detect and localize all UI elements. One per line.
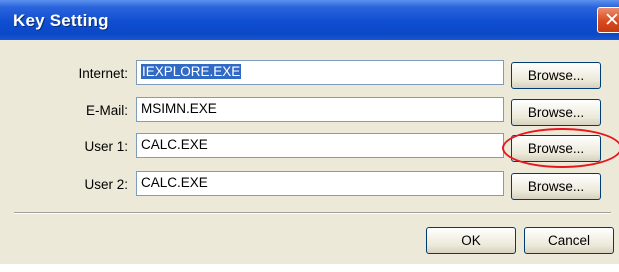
user2-field-value: CALC.EXE (141, 175, 208, 190)
close-icon: ✕ (604, 9, 619, 31)
internet-field-value: IEXPLORE.EXE (141, 64, 242, 79)
title-bar[interactable]: Key Setting ✕ (0, 0, 619, 40)
user2-label: User 2: (84, 177, 128, 192)
user1-field-value: CALC.EXE (141, 137, 208, 152)
ok-button[interactable]: OK (426, 227, 516, 254)
key-setting-dialog: Key Setting ✕ Internet: IEXPLORE.EXE Bro… (0, 0, 619, 272)
user2-field[interactable]: CALC.EXE (136, 171, 504, 196)
dialog-title: Key Setting (13, 11, 109, 30)
user1-label: User 1: (84, 139, 128, 154)
user2-browse-button[interactable]: Browse... (511, 173, 601, 200)
highlight-annotation-ellipse (502, 128, 619, 168)
email-label: E-Mail: (85, 103, 128, 118)
user1-field[interactable]: CALC.EXE (136, 133, 504, 158)
email-browse-button[interactable]: Browse... (511, 99, 601, 126)
email-field-value: MSIMN.EXE (141, 101, 217, 116)
internet-label: Internet: (78, 66, 128, 81)
internet-browse-button[interactable]: Browse... (511, 62, 601, 89)
bottom-margin (0, 264, 619, 272)
internet-field[interactable]: IEXPLORE.EXE (136, 60, 504, 85)
email-field[interactable]: MSIMN.EXE (136, 97, 504, 122)
separator-line (14, 212, 611, 214)
cancel-button[interactable]: Cancel (524, 227, 614, 254)
close-button[interactable]: ✕ (597, 7, 619, 33)
